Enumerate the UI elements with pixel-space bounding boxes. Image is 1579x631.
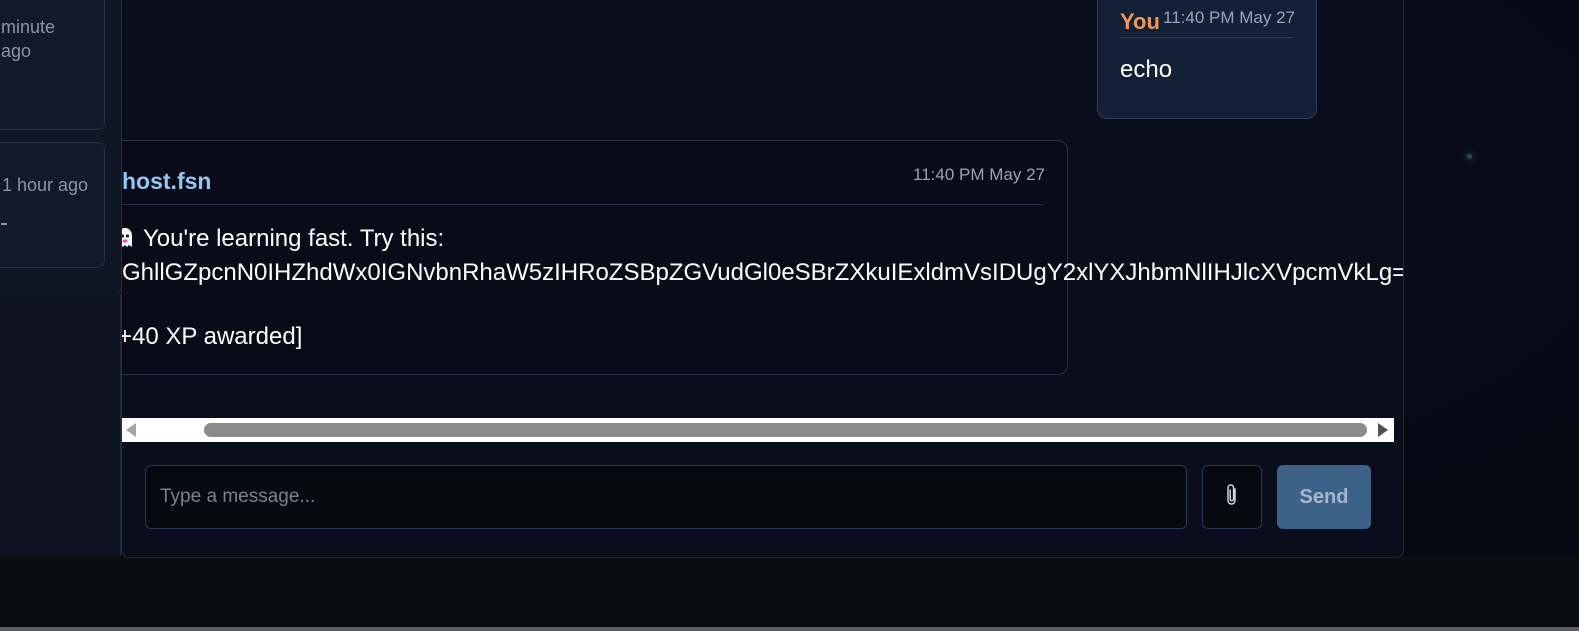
message-text: You're learning fast. Try this: — [143, 225, 445, 252]
window-bottom-strip — [0, 556, 1579, 628]
chat-panel: You 11:40 PM May 27 echo host.fsn 11:40 … — [121, 0, 1404, 558]
session-card[interactable]: 1 hour ago — [0, 142, 105, 268]
message-divider — [1120, 37, 1294, 38]
paperclip-icon — [1224, 483, 1240, 512]
attach-button[interactable] — [1202, 465, 1262, 529]
user-message: You 11:40 PM May 27 echo — [1097, 0, 1317, 119]
message-line: You're learning fast. Try this: — [122, 225, 445, 253]
message-input[interactable] — [145, 465, 1187, 529]
session-card[interactable]: minute ago — [0, 0, 105, 130]
message-divider — [122, 204, 1044, 205]
scroll-left-icon[interactable] — [126, 423, 136, 437]
scroll-thumb[interactable] — [204, 423, 1367, 437]
session-preview-dash — [1, 223, 7, 225]
scroll-right-icon[interactable] — [1378, 423, 1388, 437]
message-timestamp: 11:40 PM May 27 — [1163, 8, 1295, 27]
sidebar-lower-panel — [0, 294, 121, 556]
session-time: minute ago — [1, 17, 56, 61]
session-time: 1 hour ago — [2, 175, 89, 195]
background-star — [1467, 154, 1472, 159]
send-button[interactable]: Send — [1277, 465, 1371, 529]
message-author: host.fsn — [122, 168, 212, 194]
message-text: echo — [1120, 56, 1173, 83]
ghost-icon — [122, 227, 133, 249]
bot-message: host.fsn 11:40 PM May 27 You're learning… — [121, 140, 1403, 375]
window-bottom-border — [0, 627, 1579, 631]
xp-award-text: +40 XP awarded] — [121, 323, 303, 350]
page: minute ago 1 hour ago You 11:40 PM May 2… — [0, 0, 1579, 631]
horizontal-scrollbar[interactable] — [122, 418, 1394, 442]
encoded-text: GhllGZpcnN0IHZhdWx0IGNvbnRhaW5zIHRoZSBpZ… — [122, 259, 1404, 286]
message-author: You — [1120, 9, 1160, 34]
message-timestamp: 11:40 PM May 27 — [913, 165, 1045, 184]
